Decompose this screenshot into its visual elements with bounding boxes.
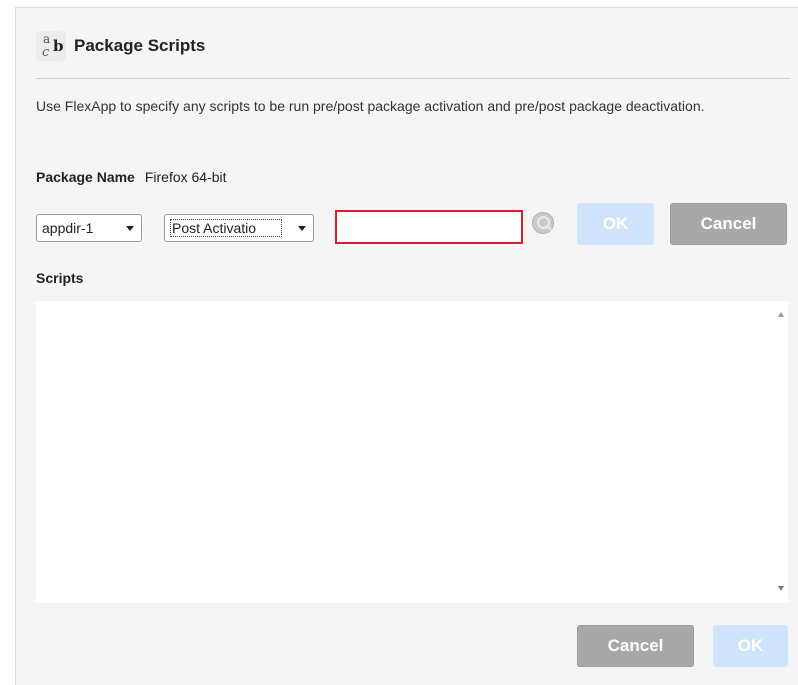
package-name-label: Package Name	[36, 169, 135, 185]
chevron-down-icon	[126, 226, 134, 231]
package-scripts-dialog: abc Package Scripts Use FlexApp to speci…	[15, 7, 798, 685]
target-dropdown-value: appdir-1	[42, 220, 94, 236]
event-dropdown-value: Post Activatio	[170, 219, 282, 237]
scripts-label: Scripts	[36, 270, 84, 286]
scripts-textarea[interactable]	[36, 301, 788, 603]
search-icon[interactable]	[532, 212, 554, 234]
header-divider	[36, 78, 790, 79]
scroll-up-icon[interactable]	[778, 312, 784, 317]
spell-check-icon: abc	[36, 31, 66, 61]
target-dropdown[interactable]: appdir-1	[36, 214, 142, 242]
chevron-down-icon	[298, 226, 306, 231]
script-path-input[interactable]	[335, 210, 523, 244]
cancel-button[interactable]: Cancel	[670, 203, 787, 245]
dialog-header: abc Package Scripts	[36, 30, 205, 62]
package-name-row: Package Name Firefox 64-bit	[36, 169, 227, 185]
footer-ok-button[interactable]: OK	[713, 625, 788, 667]
dialog-description: Use FlexApp to specify any scripts to be…	[36, 98, 705, 114]
package-name-value: Firefox 64-bit	[144, 169, 227, 185]
dialog-title: Package Scripts	[74, 36, 206, 55]
ok-button[interactable]: OK	[577, 203, 654, 245]
scroll-down-icon[interactable]	[778, 586, 784, 591]
event-dropdown[interactable]: Post Activatio	[164, 214, 314, 242]
footer-cancel-button[interactable]: Cancel	[577, 625, 694, 667]
